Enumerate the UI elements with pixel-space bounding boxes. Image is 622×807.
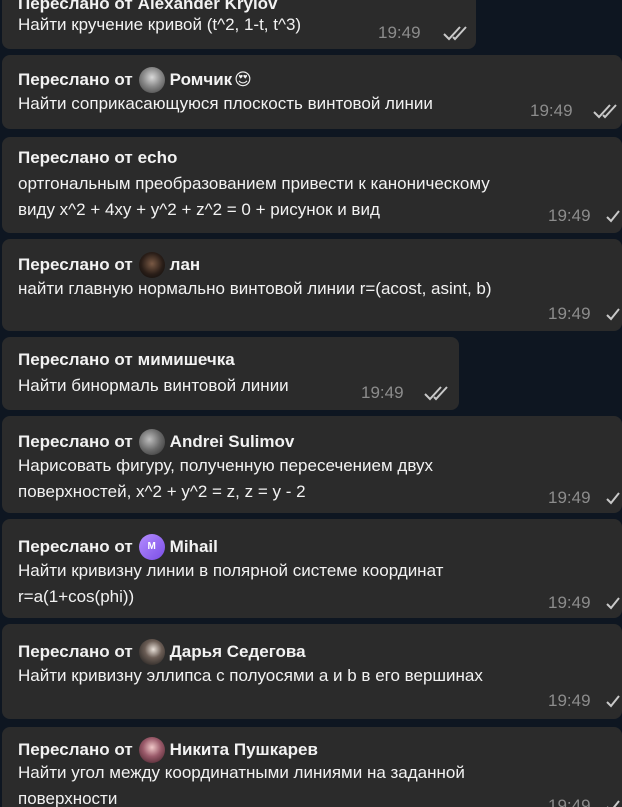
check-icon (605, 208, 622, 224)
forward-header[interactable]: Переслано от Дарья Седегова (18, 639, 306, 665)
sender-name[interactable]: мимишечка (138, 350, 235, 370)
message-text: Нарисовать фигуру, полученную пересечени… (18, 456, 433, 501)
check-icon (605, 490, 622, 506)
check-icon (605, 798, 622, 807)
message-bubble[interactable]: Переслано от Дарья Седегова Найти кривиз… (2, 624, 622, 719)
forward-prefix: Переслано от (18, 350, 133, 369)
forward-prefix: Переслано от (18, 740, 133, 759)
message-bubble[interactable]: Переслано от Ромчик 😍 Найти соприкасающу… (2, 55, 622, 129)
message-bubble[interactable]: Переслано от Andrei Sulimov Нарисовать ф… (2, 416, 622, 513)
avatar[interactable] (138, 67, 165, 93)
message-time: 19:49 (378, 23, 421, 42)
forward-prefix: Переслано от (18, 432, 133, 451)
message-text: Найти соприкасающуюся плоскость винтовой… (18, 94, 433, 113)
message-text: Найти бинормаль винтовой линии (18, 376, 289, 395)
forward-header[interactable]: Переслано от M Mihail (18, 534, 218, 560)
forward-prefix: Переслано от (18, 255, 133, 274)
sender-name[interactable]: лан (170, 255, 201, 275)
forward-prefix: Переслано от (18, 70, 133, 89)
forward-prefix: Переслано от (18, 148, 133, 167)
message-time: 19:49 (548, 796, 591, 807)
check-icon (605, 595, 622, 611)
message-time: 19:49 (361, 383, 404, 402)
message-text: Найти кручение кривой (t^2, 1-t, t^3) (18, 15, 302, 34)
avatar[interactable] (138, 639, 165, 665)
message-time: 19:49 (548, 593, 591, 612)
message-bubble[interactable]: Переслано от лан найти главную нормально… (2, 239, 622, 331)
forward-prefix: Переслано от (18, 537, 133, 556)
sender-name[interactable]: echo (138, 148, 178, 168)
message-text: ортгональным преобразованием привести к … (18, 174, 490, 219)
check-icon (605, 306, 622, 322)
check-icon (605, 693, 622, 709)
forward-header[interactable]: Переслано от лан (18, 252, 200, 278)
message-text: Найти кривизну эллипса с полуосями a и b… (18, 666, 483, 685)
chat-history[interactable]: Переслано от Alexander Kryiov Найти круч… (0, 0, 622, 807)
message-bubble[interactable]: Переслано от мимишечка Найти бинормаль в… (2, 337, 459, 410)
double-check-icon (592, 103, 620, 119)
avatar[interactable] (138, 429, 165, 455)
message-text: найти главную нормально винтовой линии r… (18, 279, 492, 298)
forward-header[interactable]: Переслано от Andrei Sulimov (18, 429, 294, 455)
message-time: 19:49 (548, 691, 591, 710)
message-bubble[interactable]: Переслано от echo ортгональным преобразо… (2, 137, 622, 233)
message-text: Найти кривизну линии в полярной системе … (18, 561, 444, 606)
sender-name[interactable]: Дарья Седегова (170, 642, 306, 662)
sender-name[interactable]: Никита Пушкарев (170, 740, 318, 760)
sender-name[interactable]: Mihail (170, 537, 218, 557)
message-bubble[interactable]: Переслано от Alexander Kryiov Найти круч… (2, 0, 476, 49)
avatar[interactable]: M (138, 534, 165, 560)
message-time: 19:49 (548, 304, 591, 323)
message-time: 19:49 (548, 488, 591, 507)
forward-prefix: Переслано от (18, 642, 133, 661)
forward-header[interactable]: Переслано от мимишечка (18, 350, 235, 370)
avatar[interactable] (138, 252, 165, 278)
double-check-icon (423, 385, 451, 401)
heart-eyes-emoji: 😍 (234, 70, 252, 89)
message-text: Найти угол между координатными линиями н… (18, 763, 465, 807)
sender-name[interactable]: Andrei Sulimov (170, 432, 295, 452)
forward-header[interactable]: Переслано от Ромчик 😍 (18, 67, 252, 93)
message-time: 19:49 (530, 101, 573, 120)
sender-name[interactable]: Ромчик (170, 70, 232, 90)
forward-header[interactable]: Переслано от echo (18, 148, 177, 168)
double-check-icon (442, 25, 470, 41)
message-bubble[interactable]: Переслано от Никита Пушкарев Найти угол … (2, 727, 622, 807)
message-time: 19:49 (548, 206, 591, 225)
message-bubble[interactable]: Переслано от M Mihail Найти кривизну лин… (2, 519, 622, 618)
